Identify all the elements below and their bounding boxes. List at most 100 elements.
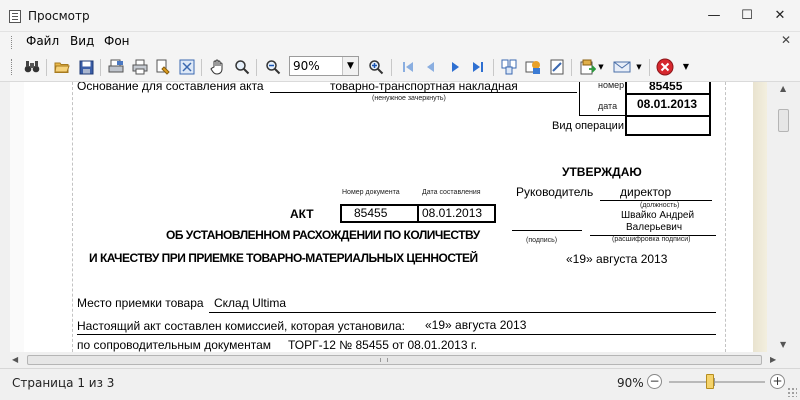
- open-folder-icon[interactable]: [52, 57, 72, 77]
- margin-guide: [725, 82, 726, 352]
- close-preview-icon[interactable]: [655, 57, 675, 77]
- window-title: Просмотр: [28, 9, 90, 23]
- last-page-icon[interactable]: [468, 57, 488, 77]
- code-values-divider: [625, 115, 711, 117]
- scroll-right-icon[interactable]: ▶: [770, 355, 776, 364]
- maximize-button[interactable]: ☐: [733, 6, 761, 26]
- export-icon[interactable]: [578, 57, 598, 77]
- act-box-divider: [417, 204, 419, 223]
- zoom-out-button[interactable]: −: [647, 374, 662, 389]
- export-dropdown-icon[interactable]: ▼: [596, 57, 606, 77]
- number-label: номер: [598, 82, 625, 90]
- page-indicator: Страница 1 из 3: [12, 376, 115, 390]
- first-page-icon[interactable]: [398, 57, 418, 77]
- page-setup-icon[interactable]: [106, 57, 126, 77]
- toolbar-separator: [201, 59, 202, 76]
- code-table-line: [579, 82, 580, 115]
- docs-value: ТОРГ-12 № 85455 от 08.01.2013 г.: [288, 338, 478, 352]
- scroll-up-icon[interactable]: ▲: [780, 84, 786, 93]
- operation-label: Вид операции:: [552, 120, 628, 132]
- position-hint: (должность): [640, 202, 680, 209]
- menu-background[interactable]: Фон: [104, 34, 130, 48]
- doc-number-header: Номер документа: [342, 189, 400, 196]
- hand-icon[interactable]: [208, 57, 228, 77]
- next-page-icon[interactable]: [445, 57, 465, 77]
- toolbar-separator: [100, 59, 101, 76]
- basis-value: товарно-транспортная накладная: [330, 82, 518, 93]
- commission-value: «19» августа 2013: [425, 318, 527, 332]
- status-zoom-value: 90%: [617, 376, 644, 390]
- scroll-down-icon[interactable]: ▼: [780, 340, 786, 349]
- signature-hint: (подпись): [526, 237, 558, 244]
- color-icon[interactable]: [523, 57, 543, 77]
- zoom-in-icon[interactable]: [366, 57, 386, 77]
- act-title-line1: ОБ УСТАНОВЛЕННОМ РАСХОЖДЕНИИ ПО КОЛИЧЕСТ…: [166, 228, 480, 242]
- magnifier-icon[interactable]: [232, 57, 252, 77]
- toolbar-separator: [46, 59, 47, 76]
- commission-label: Настоящий акт составлен комиссией, котор…: [77, 319, 406, 333]
- number-value: 85455: [649, 82, 683, 93]
- manager-label: Руководитель: [516, 185, 594, 199]
- resize-grip-icon[interactable]: [787, 387, 797, 397]
- document-viewport[interactable]: Основание для составления акта товарно-т…: [10, 82, 767, 352]
- menu-close-icon[interactable]: ✕: [781, 33, 791, 47]
- minimize-button[interactable]: —: [700, 6, 728, 26]
- scroll-left-icon[interactable]: ◀: [12, 355, 18, 364]
- save-icon[interactable]: [76, 57, 96, 77]
- decode-hint: (расшифровка подписи): [612, 236, 691, 243]
- zoom-in-button[interactable]: +: [770, 374, 785, 389]
- zoom-slider-tick: [714, 378, 715, 386]
- watermark-icon[interactable]: [547, 57, 567, 77]
- toolbar-separator: [256, 59, 257, 76]
- binoculars-icon[interactable]: [22, 57, 42, 77]
- manager-name-line1: Швайко Андрей: [621, 210, 695, 221]
- zoom-slider-thumb[interactable]: [706, 374, 714, 389]
- close-window-button[interactable]: ✕: [766, 6, 794, 26]
- chevron-down-icon[interactable]: ▼: [342, 57, 358, 75]
- toolbar-separator: [493, 59, 494, 76]
- menu-grip[interactable]: [11, 36, 14, 49]
- toolbar-grip[interactable]: [11, 59, 14, 75]
- vertical-scroll-thumb[interactable]: [778, 109, 789, 132]
- print-quick-icon[interactable]: [153, 57, 173, 77]
- status-bar: Страница 1 из 3 90% − +: [0, 368, 800, 400]
- email-dropdown-icon[interactable]: ▼: [634, 57, 644, 77]
- zoom-slider-track[interactable]: [669, 381, 765, 383]
- zoom-out-icon[interactable]: [263, 57, 283, 77]
- approve-title: УТВЕРЖДАЮ: [562, 165, 642, 179]
- menu-file[interactable]: Файл: [26, 34, 59, 48]
- date-label: дата: [598, 101, 618, 111]
- act-label: АКТ: [290, 207, 314, 221]
- margin-guide: [72, 82, 73, 352]
- toolbar-options-icon[interactable]: ▼: [680, 57, 692, 77]
- act-title-line2: И КАЧЕСТВУ ПРИ ПРИЕМКЕ ТОВАРНО-МАТЕРИАЛЬ…: [89, 251, 478, 265]
- manager-name-line2: Валерьевич: [626, 222, 683, 233]
- place-label: Место приемки товара: [77, 296, 204, 310]
- document-page: Основание для составления акта товарно-т…: [24, 82, 767, 352]
- horizontal-scroll-thumb[interactable]: [27, 355, 762, 365]
- email-icon[interactable]: [612, 57, 632, 77]
- menu-view[interactable]: Вид: [70, 34, 94, 48]
- toolbar-separator: [391, 59, 392, 76]
- vertical-scrollbar[interactable]: ▲ ▼: [767, 82, 800, 352]
- horizontal-scrollbar[interactable]: ◀ ▶: [0, 352, 800, 368]
- doc-date-header: Дата составления: [422, 189, 481, 196]
- print-icon[interactable]: [130, 57, 150, 77]
- basis-label: Основание для составления акта: [77, 82, 264, 93]
- fit-page-icon[interactable]: [177, 57, 197, 77]
- place-value: Склад Ultima: [214, 296, 287, 310]
- toolbar-separator: [571, 59, 572, 76]
- place-underline: [209, 312, 716, 313]
- page-edge-shadow: [753, 82, 767, 352]
- position-underline: [600, 200, 712, 201]
- title-bar: Просмотр — ☐ ✕: [0, 0, 800, 32]
- docs-label: по сопроводительным документам: [77, 338, 272, 352]
- act-number: 85455: [354, 206, 388, 220]
- act-date: 08.01.2013: [422, 206, 483, 220]
- menu-bar: Файл Вид Фон ✕: [0, 32, 800, 52]
- zoom-combobox[interactable]: ▼: [289, 56, 359, 76]
- zoom-input[interactable]: [293, 59, 341, 73]
- previous-page-icon[interactable]: [421, 57, 441, 77]
- approve-date: «19» августа 2013: [566, 252, 668, 266]
- multiple-pages-icon[interactable]: [499, 57, 519, 77]
